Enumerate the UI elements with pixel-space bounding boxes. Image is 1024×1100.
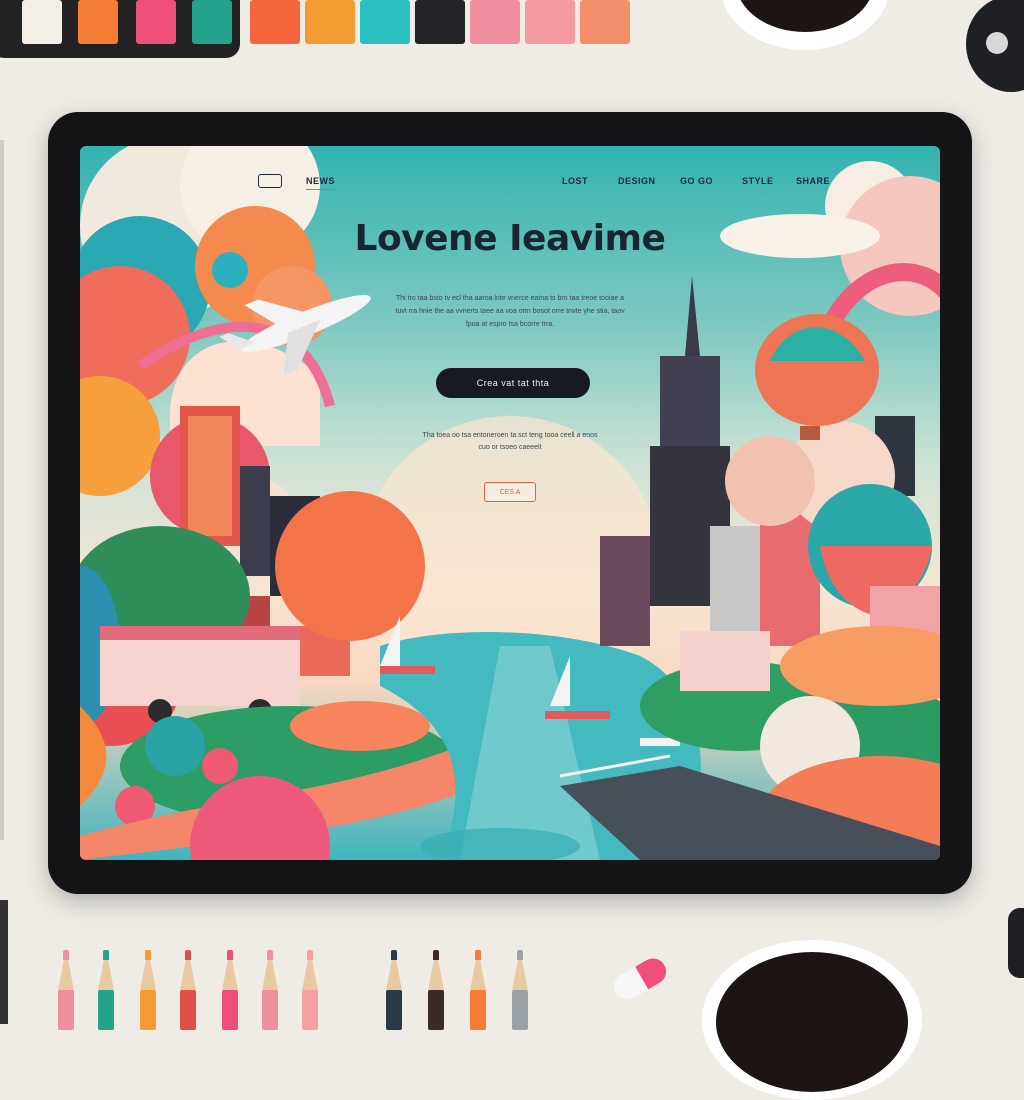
desk-edge bbox=[0, 900, 8, 1024]
coffee-cup bbox=[702, 940, 922, 1100]
pencil bbox=[98, 950, 114, 1030]
swatch-chip bbox=[250, 0, 300, 44]
swatch-chip bbox=[580, 0, 630, 44]
hero-subtext: Tha toea oo tsa entoneroen ta sct teng t… bbox=[422, 432, 598, 451]
pencil bbox=[512, 950, 528, 1030]
nav-item-style[interactable]: STYLE bbox=[742, 176, 774, 186]
nav-item-lost[interactable]: LOST bbox=[562, 176, 588, 186]
top-navigation: NEWS LOST DESIGN GO GO STYLE SHARE bbox=[80, 174, 940, 196]
pencil bbox=[302, 950, 318, 1030]
pencil bbox=[180, 950, 196, 1030]
pencil bbox=[222, 950, 238, 1030]
cta-button[interactable]: Crea vat tat thta bbox=[436, 368, 590, 398]
hero-description: Thi tro taa bsto tv ecl tha aaroa lnte v… bbox=[395, 295, 625, 328]
hero-title: Lovene Ieavime bbox=[354, 218, 666, 259]
swatch-chip bbox=[136, 0, 176, 44]
logo-icon[interactable] bbox=[258, 174, 282, 188]
pencil bbox=[428, 950, 444, 1030]
swatch-chip bbox=[415, 0, 465, 44]
swatch-chip bbox=[470, 0, 520, 44]
website-screen: NEWS LOST DESIGN GO GO STYLE SHARE Loven… bbox=[80, 146, 940, 860]
coffee-cup bbox=[720, 0, 890, 50]
pencil bbox=[140, 950, 156, 1030]
desk-edge bbox=[0, 140, 4, 840]
pencil bbox=[386, 950, 402, 1030]
pencil bbox=[58, 950, 74, 1030]
nav-item-share[interactable]: SHARE bbox=[796, 176, 830, 186]
pencil bbox=[470, 950, 486, 1030]
swatch-chip bbox=[305, 0, 355, 44]
pencil bbox=[262, 950, 278, 1030]
nav-item-design[interactable]: DESIGN bbox=[618, 176, 656, 186]
swatch-chip bbox=[78, 0, 118, 44]
swatch-chip bbox=[192, 0, 232, 44]
swatch-strip bbox=[250, 0, 636, 44]
swatch-chip bbox=[525, 0, 575, 44]
device-corner bbox=[1008, 908, 1024, 978]
nav-item-news[interactable]: NEWS bbox=[306, 176, 335, 190]
swatch-chip bbox=[22, 0, 62, 44]
nav-item-gogo[interactable]: GO GO bbox=[680, 176, 713, 186]
secondary-button[interactable]: CES A bbox=[484, 482, 536, 502]
swatch-chip bbox=[360, 0, 410, 44]
round-device bbox=[966, 0, 1024, 92]
eraser bbox=[609, 953, 671, 1005]
swatch-card bbox=[0, 0, 240, 58]
